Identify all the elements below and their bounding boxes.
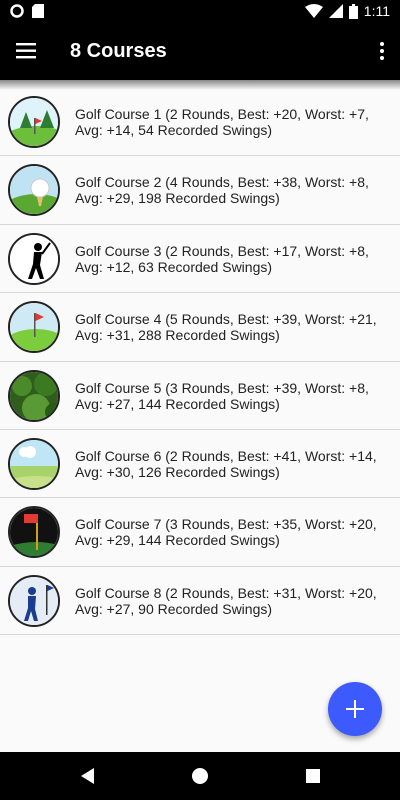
forest-icon	[8, 369, 60, 422]
list-item[interactable]: Golf Course 6 (2 Rounds, Best: +41, Wors…	[0, 430, 400, 499]
status-time: 1:11	[363, 3, 390, 19]
list-item[interactable]: Golf Course 8 (2 Rounds, Best: +31, Wors…	[0, 567, 400, 636]
nineteenth-hole-flag-icon	[8, 506, 60, 559]
course-label: Golf Course 6 (2 Rounds, Best: +41, Wors…	[75, 447, 377, 480]
course-label: Golf Course 3 (2 Rounds, Best: +17, Wors…	[75, 242, 369, 275]
page-title: 8 Courses	[70, 40, 167, 62]
more-options-icon[interactable]	[378, 40, 386, 62]
course-label: Golf Course 8 (2 Rounds, Best: +31, Wors…	[75, 584, 377, 617]
course-label: Golf Course 4 (5 Rounds, Best: +39, Wors…	[75, 311, 377, 344]
golf-ball-tee-icon	[8, 164, 60, 217]
list-item[interactable]: Golf Course 7 (3 Rounds, Best: +35, Wors…	[0, 498, 400, 567]
golfer-silhouette-icon	[8, 232, 60, 285]
course-label: Golf Course 2 (4 Rounds, Best: +38, Wors…	[75, 174, 369, 207]
status-bar: 1:11	[0, 0, 400, 24]
trees-flag-icon	[8, 96, 60, 148]
battery-icon	[348, 3, 358, 19]
course-label: Golf Course 5 (3 Rounds, Best: +39, Wors…	[75, 379, 369, 412]
wifi-icon	[304, 4, 323, 18]
course-list: Golf Course 1 (2 Rounds, Best: +20, Wors…	[0, 88, 400, 636]
list-item[interactable]: Golf Course 3 (2 Rounds, Best: +17, Wors…	[0, 225, 400, 294]
back-icon[interactable]	[80, 767, 96, 785]
fairway-icon	[8, 437, 60, 490]
home-icon[interactable]	[192, 768, 208, 784]
golfer-blue-icon	[8, 574, 60, 627]
menu-icon[interactable]	[16, 40, 38, 62]
recent-apps-icon[interactable]	[306, 769, 320, 783]
plus-icon	[346, 700, 364, 718]
signal-icon	[328, 4, 343, 18]
notification-circle-icon	[10, 4, 24, 18]
sd-card-icon	[32, 4, 44, 18]
list-item[interactable]: Golf Course 2 (4 Rounds, Best: +38, Wors…	[0, 156, 400, 225]
list-item[interactable]: Golf Course 1 (2 Rounds, Best: +20, Wors…	[0, 88, 400, 157]
navigation-bar	[0, 752, 400, 800]
list-item[interactable]: Golf Course 4 (5 Rounds, Best: +39, Wors…	[0, 293, 400, 362]
add-course-button[interactable]	[328, 682, 382, 736]
course-label: Golf Course 7 (3 Rounds, Best: +35, Wors…	[75, 516, 377, 549]
green-flag-icon	[8, 301, 60, 354]
course-label: Golf Course 1 (2 Rounds, Best: +20, Wors…	[75, 106, 369, 138]
app-bar: 8 Courses	[0, 24, 400, 80]
list-item[interactable]: Golf Course 5 (3 Rounds, Best: +39, Wors…	[0, 362, 400, 430]
